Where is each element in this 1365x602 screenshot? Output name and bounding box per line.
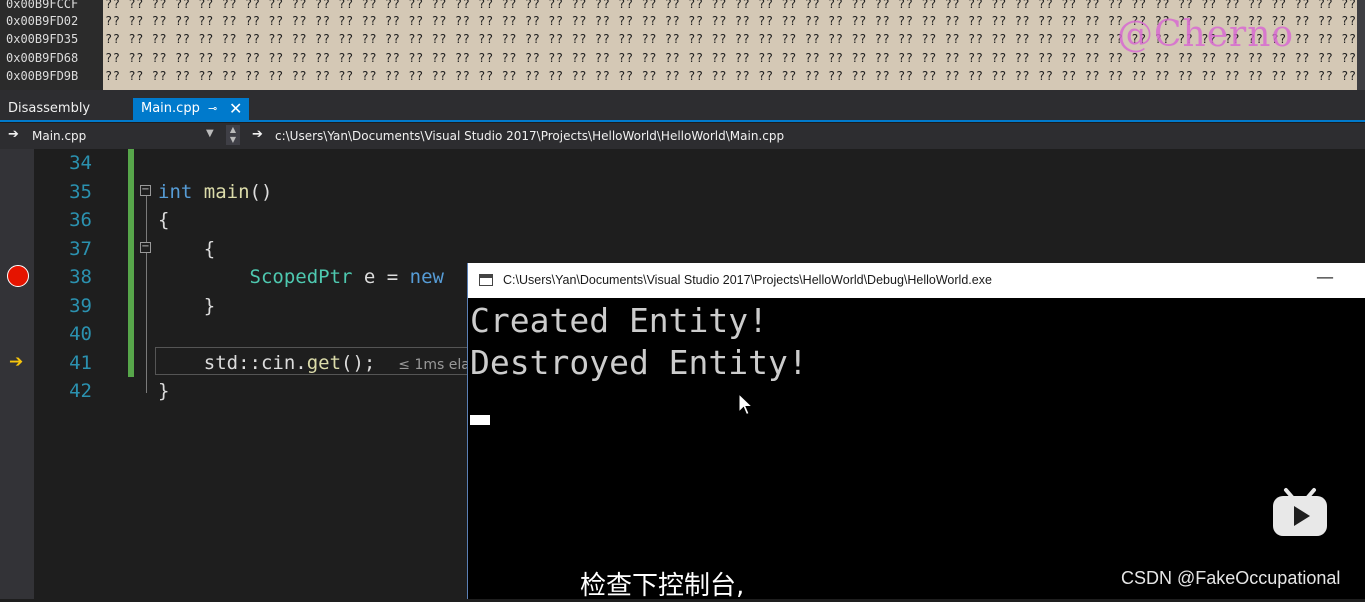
memory-address: 0x00B9FD35	[6, 32, 79, 46]
console-cursor	[470, 415, 490, 425]
code-line: 37 {	[0, 235, 1365, 264]
memory-row: 0x00B9FD9B ?? ?? ?? ?? ?? ?? ?? ?? ?? ??…	[0, 67, 1365, 85]
cherno-watermark: @Cherno	[1117, 14, 1295, 55]
perf-tip: ≤ 1ms ela	[398, 356, 470, 373]
console-output-line: Destroyed Entity!	[470, 343, 808, 382]
memory-scrollbar[interactable]	[1357, 0, 1365, 90]
tab-disassembly[interactable]: Disassembly	[0, 98, 130, 122]
arrow-right-icon: ➔	[8, 127, 19, 142]
code-text: int main()	[158, 180, 273, 203]
memory-address: 0x00B9FD68	[6, 51, 79, 65]
navigation-bar: ➔ Main.cpp ▼ ▲ ▼ ➔ c:\Users\Yan\Documents…	[0, 123, 1365, 149]
line-number: 34	[69, 152, 92, 174]
line-number: 42	[69, 380, 92, 402]
console-app-icon	[479, 274, 493, 286]
code-text: {	[158, 237, 216, 260]
code-line: 34	[0, 149, 1365, 178]
code-line: 36 {	[0, 206, 1365, 235]
memory-bytes: ?? ?? ?? ?? ?? ?? ?? ?? ?? ?? ?? ?? ?? ?…	[105, 69, 1355, 83]
code-line: 35 int main()	[0, 178, 1365, 207]
file-dropdown[interactable]: Main.cpp	[32, 129, 86, 143]
line-number: 39	[69, 294, 92, 317]
code-text: }	[158, 380, 170, 402]
chevron-down-icon[interactable]: ▼	[206, 128, 214, 139]
console-window[interactable]: C:\Users\Yan\Documents\Visual Studio 201…	[467, 263, 1365, 599]
close-icon[interactable]: ✕	[229, 98, 242, 120]
tab-label: Main.cpp	[141, 101, 200, 116]
mouse-cursor-icon	[738, 393, 754, 416]
memory-window: 0x00B9FCCF ?? ?? ?? ?? ?? ?? ?? ?? ?? ??…	[0, 0, 1365, 90]
tab-label: Disassembly	[8, 101, 91, 116]
code-text: std::cin.get(); ≤ 1ms ela	[158, 351, 470, 374]
csdn-watermark: CSDN @FakeOccupational	[1121, 568, 1341, 588]
memory-address: 0x00B9FD02	[6, 14, 79, 28]
arrow-right-icon: ➔	[252, 127, 263, 142]
minimize-icon[interactable]: —	[1316, 267, 1334, 288]
pin-icon[interactable]: ⊸	[208, 98, 217, 120]
code-text: {	[158, 209, 170, 231]
line-number: 37	[69, 237, 92, 260]
line-number: 36	[69, 209, 92, 231]
line-number: 40	[69, 323, 92, 345]
spin-arrows-icon[interactable]: ▲ ▼	[226, 125, 240, 145]
video-subtitle: 检查下控制台,	[580, 571, 745, 601]
line-number: 38	[69, 266, 92, 288]
console-title: C:\Users\Yan\Documents\Visual Studio 201…	[503, 273, 992, 287]
console-title-bar[interactable]: C:\Users\Yan\Documents\Visual Studio 201…	[468, 263, 1365, 298]
file-path-dropdown[interactable]: c:\Users\Yan\Documents\Visual Studio 201…	[275, 129, 784, 143]
line-number: 35	[69, 180, 92, 203]
tab-main-cpp[interactable]: Main.cpp ⊸ ✕	[133, 98, 249, 122]
line-number: 41	[69, 351, 92, 374]
memory-address: 0x00B9FD9B	[6, 69, 79, 83]
code-text: }	[158, 294, 216, 317]
code-text: ScopedPtr e = new	[249, 266, 444, 288]
console-output-line: Created Entity!	[470, 301, 769, 340]
document-tab-bar: Disassembly Main.cpp ⊸ ✕	[0, 90, 1365, 122]
bilibili-logo-icon	[1273, 488, 1327, 536]
